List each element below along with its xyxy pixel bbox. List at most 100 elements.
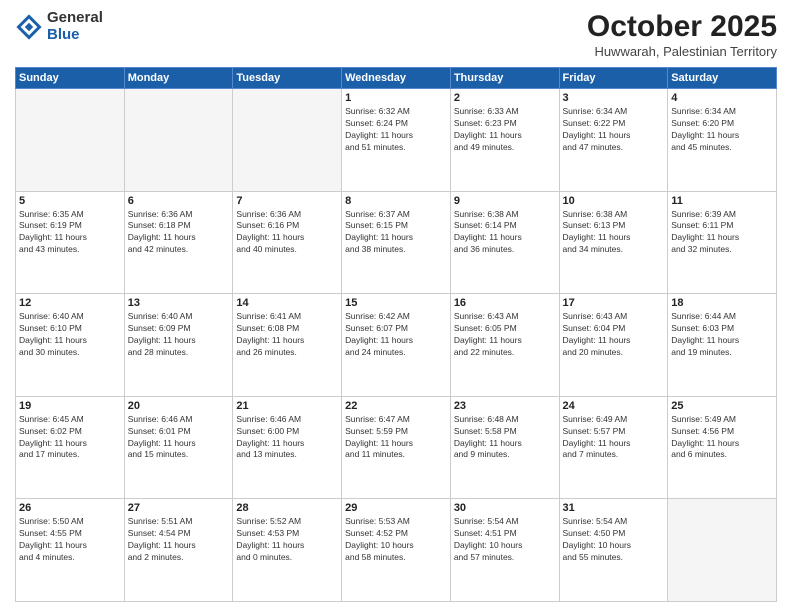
week-row-3: 12Sunrise: 6:40 AM Sunset: 6:10 PM Dayli… [16, 294, 777, 397]
calendar-cell: 2 Sunrise: 6:33 AM Sunset: 6:23 PM Daylig… [450, 89, 559, 192]
day-number: 4 [671, 92, 773, 104]
week-row-5: 26 Sunrise: 5:50 AM Sunset: 4:55 PM Dayli… [16, 499, 777, 602]
calendar-cell [16, 89, 125, 192]
day-number: 6 [128, 195, 230, 207]
day-info: Sunrise: 6:49 AM Sunset: 5:57 PM Dayligh… [563, 414, 665, 462]
day-info: Sunrise: 6:37 AM Sunset: 6:15 PM Dayligh… [345, 209, 447, 257]
day-info: Sunrise: 6:36 AM Sunset: 6:16 PM Dayligh… [236, 209, 338, 257]
calendar-cell: 20Sunrise: 6:46 AM Sunset: 6:01 PM Dayli… [124, 396, 233, 499]
calendar-cell: 10 Sunrise: 6:38 AM Sunset: 6:13 PM Dayli… [559, 191, 668, 294]
day-info: Sunrise: 6:38 AM Sunset: 6:13 PM Dayligh… [563, 209, 665, 257]
calendar-cell: 29 Sunrise: 5:53 AM Sunset: 4:52 PM Dayli… [342, 499, 451, 602]
weekday-header-friday: Friday [559, 68, 668, 89]
calendar: SundayMondayTuesdayWednesdayThursdayFrid… [15, 67, 777, 602]
weekday-header-saturday: Saturday [668, 68, 777, 89]
day-info: Sunrise: 6:48 AM Sunset: 5:58 PM Dayligh… [454, 414, 556, 462]
day-info: Sunrise: 6:43 AM Sunset: 6:05 PM Dayligh… [454, 311, 556, 359]
week-row-2: 5 Sunrise: 6:35 AM Sunset: 6:19 PM Daylig… [16, 191, 777, 294]
calendar-cell: 17 Sunrise: 6:43 AM Sunset: 6:04 PM Dayli… [559, 294, 668, 397]
day-info: Sunrise: 6:32 AM Sunset: 6:24 PM Dayligh… [345, 106, 447, 154]
day-number: 27 [128, 502, 230, 514]
day-number: 8 [345, 195, 447, 207]
day-number: 2 [454, 92, 556, 104]
day-info: Sunrise: 5:52 AM Sunset: 4:53 PM Dayligh… [236, 516, 338, 564]
calendar-cell: 13Sunrise: 6:40 AM Sunset: 6:09 PM Dayli… [124, 294, 233, 397]
day-info: Sunrise: 6:42 AM Sunset: 6:07 PM Dayligh… [345, 311, 447, 359]
calendar-cell: 12Sunrise: 6:40 AM Sunset: 6:10 PM Dayli… [16, 294, 125, 397]
calendar-cell: 31 Sunrise: 5:54 AM Sunset: 4:50 PM Dayli… [559, 499, 668, 602]
day-number: 29 [345, 502, 447, 514]
weekday-header-wednesday: Wednesday [342, 68, 451, 89]
calendar-cell: 11Sunrise: 6:39 AM Sunset: 6:11 PM Dayli… [668, 191, 777, 294]
logo-blue-label: Blue [47, 27, 103, 44]
month-title: October 2025 [587, 10, 777, 44]
calendar-cell [233, 89, 342, 192]
calendar-cell: 22Sunrise: 6:47 AM Sunset: 5:59 PM Dayli… [342, 396, 451, 499]
calendar-cell: 19Sunrise: 6:45 AM Sunset: 6:02 PM Dayli… [16, 396, 125, 499]
day-number: 11 [671, 195, 773, 207]
day-number: 14 [236, 297, 338, 309]
day-info: Sunrise: 6:40 AM Sunset: 6:09 PM Dayligh… [128, 311, 230, 359]
day-number: 22 [345, 400, 447, 412]
calendar-cell: 14 Sunrise: 6:41 AM Sunset: 6:08 PM Dayli… [233, 294, 342, 397]
calendar-cell: 18 Sunrise: 6:44 AM Sunset: 6:03 PM Dayli… [668, 294, 777, 397]
calendar-cell: 6 Sunrise: 6:36 AM Sunset: 6:18 PM Daylig… [124, 191, 233, 294]
calendar-cell: 9 Sunrise: 6:38 AM Sunset: 6:14 PM Daylig… [450, 191, 559, 294]
day-info: Sunrise: 5:54 AM Sunset: 4:51 PM Dayligh… [454, 516, 556, 564]
calendar-cell: 5 Sunrise: 6:35 AM Sunset: 6:19 PM Daylig… [16, 191, 125, 294]
day-info: Sunrise: 6:34 AM Sunset: 6:20 PM Dayligh… [671, 106, 773, 154]
day-info: Sunrise: 5:54 AM Sunset: 4:50 PM Dayligh… [563, 516, 665, 564]
logo-icon [15, 13, 43, 41]
weekday-header-sunday: Sunday [16, 68, 125, 89]
day-info: Sunrise: 6:35 AM Sunset: 6:19 PM Dayligh… [19, 209, 121, 257]
day-number: 16 [454, 297, 556, 309]
calendar-cell: 21 Sunrise: 6:46 AM Sunset: 6:00 PM Dayli… [233, 396, 342, 499]
week-row-1: 1 Sunrise: 6:32 AM Sunset: 6:24 PM Daylig… [16, 89, 777, 192]
day-number: 26 [19, 502, 121, 514]
day-number: 19 [19, 400, 121, 412]
day-info: Sunrise: 6:41 AM Sunset: 6:08 PM Dayligh… [236, 311, 338, 359]
calendar-cell [124, 89, 233, 192]
day-info: Sunrise: 5:51 AM Sunset: 4:54 PM Dayligh… [128, 516, 230, 564]
calendar-cell: 28Sunrise: 5:52 AM Sunset: 4:53 PM Dayli… [233, 499, 342, 602]
calendar-cell: 7 Sunrise: 6:36 AM Sunset: 6:16 PM Daylig… [233, 191, 342, 294]
calendar-cell: 24Sunrise: 6:49 AM Sunset: 5:57 PM Dayli… [559, 396, 668, 499]
day-number: 20 [128, 400, 230, 412]
day-number: 21 [236, 400, 338, 412]
day-number: 31 [563, 502, 665, 514]
day-number: 10 [563, 195, 665, 207]
calendar-cell: 4 Sunrise: 6:34 AM Sunset: 6:20 PM Daylig… [668, 89, 777, 192]
day-info: Sunrise: 5:50 AM Sunset: 4:55 PM Dayligh… [19, 516, 121, 564]
day-info: Sunrise: 6:33 AM Sunset: 6:23 PM Dayligh… [454, 106, 556, 154]
week-row-4: 19Sunrise: 6:45 AM Sunset: 6:02 PM Dayli… [16, 396, 777, 499]
day-number: 9 [454, 195, 556, 207]
day-number: 17 [563, 297, 665, 309]
day-info: Sunrise: 6:34 AM Sunset: 6:22 PM Dayligh… [563, 106, 665, 154]
day-info: Sunrise: 6:46 AM Sunset: 6:00 PM Dayligh… [236, 414, 338, 462]
day-number: 18 [671, 297, 773, 309]
day-number: 1 [345, 92, 447, 104]
day-number: 7 [236, 195, 338, 207]
logo: General Blue [15, 10, 103, 43]
calendar-cell: 15Sunrise: 6:42 AM Sunset: 6:07 PM Dayli… [342, 294, 451, 397]
calendar-cell: 3 Sunrise: 6:34 AM Sunset: 6:22 PM Daylig… [559, 89, 668, 192]
calendar-cell: 25 Sunrise: 5:49 AM Sunset: 4:56 PM Dayli… [668, 396, 777, 499]
day-info: Sunrise: 6:43 AM Sunset: 6:04 PM Dayligh… [563, 311, 665, 359]
calendar-cell [668, 499, 777, 602]
day-number: 23 [454, 400, 556, 412]
logo-text: General Blue [47, 10, 103, 43]
day-info: Sunrise: 6:38 AM Sunset: 6:14 PM Dayligh… [454, 209, 556, 257]
calendar-cell: 23 Sunrise: 6:48 AM Sunset: 5:58 PM Dayli… [450, 396, 559, 499]
day-info: Sunrise: 5:53 AM Sunset: 4:52 PM Dayligh… [345, 516, 447, 564]
page: General Blue October 2025 Huwwarah, Pale… [0, 0, 792, 612]
weekday-header-monday: Monday [124, 68, 233, 89]
day-info: Sunrise: 5:49 AM Sunset: 4:56 PM Dayligh… [671, 414, 773, 462]
calendar-cell: 8 Sunrise: 6:37 AM Sunset: 6:15 PM Daylig… [342, 191, 451, 294]
day-info: Sunrise: 6:36 AM Sunset: 6:18 PM Dayligh… [128, 209, 230, 257]
day-number: 12 [19, 297, 121, 309]
day-number: 25 [671, 400, 773, 412]
day-info: Sunrise: 6:44 AM Sunset: 6:03 PM Dayligh… [671, 311, 773, 359]
calendar-cell: 30Sunrise: 5:54 AM Sunset: 4:51 PM Dayli… [450, 499, 559, 602]
day-number: 5 [19, 195, 121, 207]
day-number: 3 [563, 92, 665, 104]
